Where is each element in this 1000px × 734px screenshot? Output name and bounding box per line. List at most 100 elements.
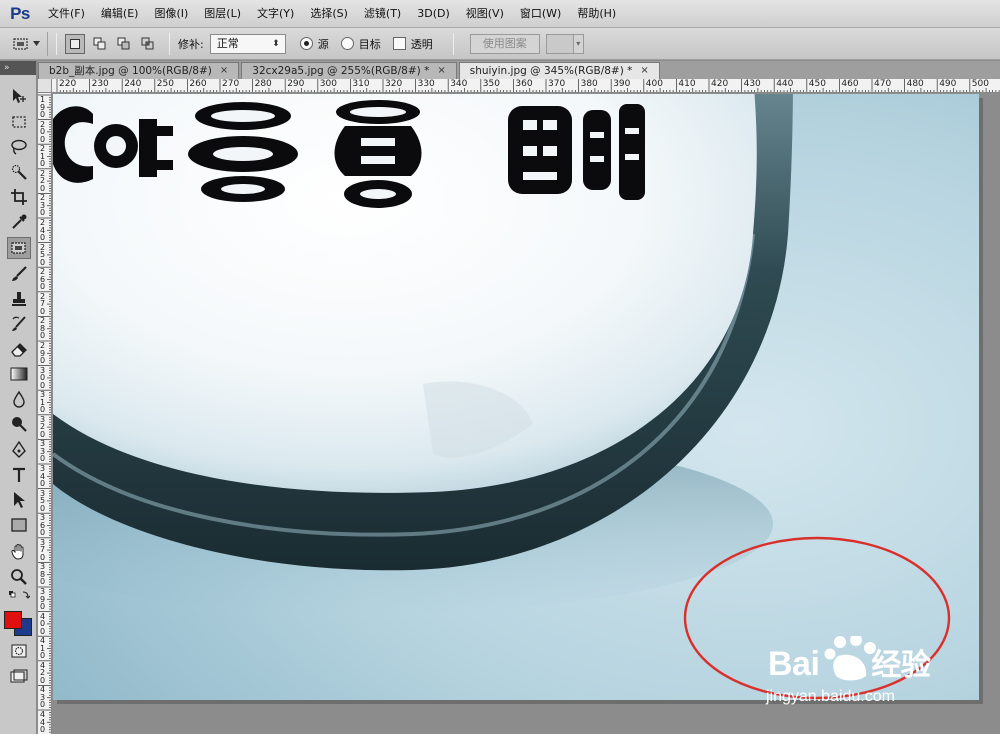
add-selection-icon: [93, 37, 105, 50]
menu-filter[interactable]: 滤镜(T): [356, 0, 409, 28]
ruler-label: 3 6 0: [40, 513, 46, 538]
quick-select-tool[interactable]: [7, 161, 31, 183]
ruler-label: 490: [939, 79, 957, 89]
color-reset-controls[interactable]: [7, 588, 31, 602]
lasso-tool[interactable]: [7, 136, 31, 158]
ruler-label: 460: [841, 79, 859, 89]
menu-select[interactable]: 选择(S): [302, 0, 356, 28]
transparent-option[interactable]: 透明: [392, 36, 433, 52]
ruler-label: 440: [776, 79, 794, 89]
type-icon: [13, 467, 25, 482]
ruler-label: 1 9 0: [40, 95, 46, 119]
close-icon[interactable]: ×: [220, 63, 228, 79]
patch-tool[interactable]: [7, 237, 31, 259]
screen-mode-icon: [10, 669, 28, 683]
add-selection-button[interactable]: [89, 34, 109, 54]
hand-icon: [11, 544, 24, 560]
menu-type[interactable]: 文字(Y): [249, 0, 302, 28]
ruler-label: 2 8 0: [40, 316, 46, 341]
marquee-tool[interactable]: [7, 111, 31, 133]
hand-tool[interactable]: [7, 541, 31, 563]
tab-label: shuiyin.jpg @ 345%(RGB/8#) *: [469, 65, 633, 77]
pen-tool[interactable]: [7, 439, 31, 461]
ruler-label: 3 3 0: [40, 439, 46, 464]
zoom-icon: [11, 569, 27, 585]
screen-mode-button[interactable]: [7, 665, 31, 687]
divider: [169, 32, 170, 55]
eraser-tool[interactable]: [7, 338, 31, 360]
use-pattern-button[interactable]: 使用图案: [469, 33, 540, 54]
source-option[interactable]: 源: [299, 36, 329, 52]
vertical-ruler[interactable]: 1 9 02 0 02 1 02 2 02 3 02 4 02 5 02 6 0…: [38, 93, 52, 734]
subtract-selection-button[interactable]: [113, 34, 133, 54]
tool-preset-picker[interactable]: [4, 31, 48, 56]
move-tool[interactable]: [7, 85, 31, 107]
ruler-label: 2 9 0: [40, 341, 46, 365]
pattern-picker[interactable]: ▾: [545, 33, 584, 54]
destination-label: 目标: [358, 37, 381, 51]
menu-help[interactable]: 帮助(H): [569, 0, 624, 28]
menu-image[interactable]: 图像(I): [146, 0, 196, 28]
stamp-icon: [12, 292, 26, 306]
options-bar: 修补: 正常 ⬍ 源 目标 透明 使用图案 ▾: [0, 28, 1000, 60]
tab-b2b-copy[interactable]: b2b_副本.jpg @ 100%(RGB/8#) ×: [38, 62, 240, 79]
blur-tool[interactable]: [7, 388, 31, 410]
menu-layer[interactable]: 图层(L): [196, 0, 249, 28]
ruler-label: 2 3 0: [40, 193, 46, 218]
ruler-label: 3 8 0: [40, 562, 46, 587]
transparent-checkbox[interactable]: [392, 37, 406, 50]
ruler-label: 470: [874, 79, 892, 89]
ruler-label: 330: [417, 79, 435, 89]
menu-view[interactable]: 视图(V): [458, 0, 512, 28]
toolbox-header[interactable]: »: [0, 61, 36, 75]
eyedropper-tool[interactable]: [7, 211, 31, 233]
quick-mask-button[interactable]: [7, 640, 31, 662]
gradient-icon: [10, 367, 28, 381]
ruler-label: 4 4 0: [40, 710, 46, 734]
destination-option[interactable]: 目标: [340, 36, 381, 52]
ruler-label: 2 2 0: [40, 168, 46, 193]
close-icon[interactable]: ×: [437, 63, 445, 79]
ruler-label: 260: [189, 79, 207, 89]
ruler-label: 390: [613, 79, 631, 89]
ruler-label: 430: [743, 79, 761, 89]
path-select-tool[interactable]: [7, 489, 31, 511]
ruler-label: 300: [319, 79, 337, 89]
ruler-label: 410: [678, 79, 696, 89]
type-tool[interactable]: [7, 464, 31, 486]
image-canvas[interactable]: [53, 94, 979, 700]
destination-radio[interactable]: [340, 37, 354, 50]
menu-edit[interactable]: 编辑(E): [93, 0, 147, 28]
tab-shuiyin[interactable]: shuiyin.jpg @ 345%(RGB/8#) * ×: [458, 62, 660, 79]
ruler-label: 250: [156, 79, 174, 89]
horizontal-ruler[interactable]: 220 230 240 250 260 270 280 290 300 310 320 330 340 3…: [38, 79, 1000, 93]
ruler-label: 4 3 0: [40, 685, 46, 710]
ruler-label: 3 0 0: [40, 365, 46, 390]
menu-3d[interactable]: 3D(D): [409, 0, 458, 28]
rectangle-tool[interactable]: [7, 514, 31, 536]
toolbox: »: [0, 61, 37, 734]
tab-32cx29a5[interactable]: 32cx29a5.jpg @ 255%(RGB/8#) * ×: [241, 62, 457, 79]
gradient-tool[interactable]: [7, 363, 31, 385]
foreground-color-swatch[interactable]: [4, 611, 22, 629]
history-brush-tool[interactable]: [7, 313, 31, 335]
patch-mode-value: 正常: [216, 36, 239, 50]
patch-mode-select[interactable]: 正常 ⬍: [209, 33, 286, 54]
ruler-label: 2 0 0: [40, 119, 46, 144]
ruler-label: 500: [971, 79, 989, 89]
source-radio[interactable]: [299, 37, 313, 50]
close-icon[interactable]: ×: [640, 63, 648, 79]
ruler-label: 340: [450, 79, 468, 89]
stamp-tool[interactable]: [7, 288, 31, 310]
new-selection-button[interactable]: [65, 33, 85, 54]
ruler-label: 3 7 0: [40, 537, 46, 562]
crop-tool[interactable]: [7, 186, 31, 208]
intersect-selection-button[interactable]: [137, 34, 157, 54]
brush-tool[interactable]: [7, 263, 31, 285]
photoshop-logo: Ps: [10, 3, 30, 23]
zoom-tool[interactable]: [7, 566, 31, 588]
menu-window[interactable]: 窗口(W): [512, 0, 569, 28]
dodge-tool[interactable]: [7, 413, 31, 435]
menu-file[interactable]: 文件(F): [40, 0, 93, 28]
ruler-label: 3 2 0: [40, 414, 46, 439]
